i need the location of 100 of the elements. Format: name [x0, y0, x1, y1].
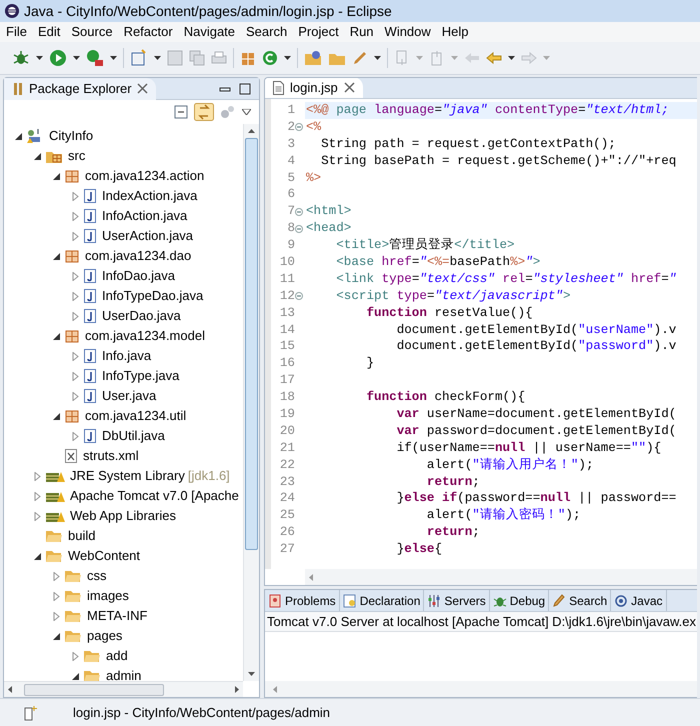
tree-item-label[interactable]: InfoTypeDao.java	[102, 286, 204, 306]
collapsed-arrow-icon[interactable]	[72, 432, 79, 440]
collapsed-arrow-icon[interactable]	[34, 512, 41, 520]
menu-item[interactable]: Search	[242, 22, 292, 42]
tree-item-label[interactable]: User.java	[102, 386, 156, 406]
menu-item[interactable]: Edit	[34, 22, 64, 42]
scroll-left-icon[interactable]	[8, 686, 12, 693]
collapsed-arrow-icon[interactable]	[72, 392, 79, 400]
collapsed-arrow-icon[interactable]	[72, 372, 79, 380]
open-folder-icon[interactable]	[304, 50, 322, 66]
collapsed-arrow-icon[interactable]	[34, 492, 41, 500]
tree-item-label[interactable]: UserAction.java	[102, 226, 194, 246]
expanded-arrow-icon[interactable]	[53, 332, 60, 340]
expanded-arrow-icon[interactable]	[53, 172, 60, 180]
tree-item-label[interactable]: struts.xml	[83, 446, 139, 466]
expanded-arrow-icon[interactable]	[53, 412, 60, 420]
dropdown-caret-icon[interactable]	[110, 56, 117, 60]
fold-icon[interactable]	[295, 208, 303, 216]
tree-item-label[interactable]: InfoType.java	[102, 366, 180, 386]
collapsed-arrow-icon[interactable]	[72, 352, 79, 360]
expanded-arrow-icon[interactable]	[53, 252, 60, 260]
print-icon[interactable]	[211, 50, 227, 66]
scroll-down-icon[interactable]	[248, 672, 255, 676]
collapsed-arrow-icon[interactable]	[53, 612, 60, 620]
expanded-arrow-icon[interactable]	[15, 132, 22, 140]
tree-item-label[interactable]: com.java1234.model	[85, 326, 205, 346]
tree-item-label[interactable]: InfoDao.java	[102, 266, 175, 286]
save-icon[interactable]	[167, 50, 183, 66]
expanded-arrow-icon[interactable]	[72, 672, 79, 680]
package-icon[interactable]	[240, 50, 256, 66]
dropdown-caret-icon[interactable]	[374, 56, 381, 60]
tree-item-label[interactable]: com.java1234.util	[85, 406, 186, 426]
tree-item-label[interactable]: Web App Libraries	[70, 506, 176, 526]
collapsed-arrow-icon[interactable]	[72, 212, 79, 220]
collapsed-arrow-icon[interactable]	[53, 592, 60, 600]
fold-icon[interactable]	[295, 292, 303, 300]
tree-item-label[interactable]: images	[87, 586, 129, 606]
close-icon[interactable]	[136, 83, 148, 94]
scrollbar-thumb[interactable]	[245, 138, 258, 550]
horizontal-scrollbar[interactable]	[305, 569, 697, 585]
pen-icon[interactable]	[352, 50, 368, 66]
dropdown-caret-icon[interactable]	[508, 56, 515, 60]
vertical-scrollbar[interactable]	[243, 124, 259, 681]
tree-item-label[interactable]: CityInfo	[49, 126, 94, 146]
fold-icon[interactable]	[295, 123, 303, 132]
collapse-all-icon[interactable]	[174, 105, 188, 119]
menu-item[interactable]: Help	[438, 22, 473, 42]
expanded-arrow-icon[interactable]	[34, 152, 41, 160]
tree-item-label[interactable]: add	[106, 646, 128, 666]
tree-item-label[interactable]: InfoAction.java	[102, 206, 188, 226]
menu-item[interactable]: File	[2, 22, 31, 42]
forward-arrow-icon[interactable]	[521, 50, 537, 66]
collapsed-arrow-icon[interactable]	[53, 572, 60, 580]
class-icon[interactable]	[262, 50, 278, 66]
collapsed-arrow-icon[interactable]	[72, 312, 79, 320]
close-icon[interactable]	[344, 82, 355, 93]
expanded-arrow-icon[interactable]	[34, 552, 41, 560]
scroll-up-icon[interactable]	[248, 129, 255, 133]
tree-item-label[interactable]: JRE System Library	[70, 466, 185, 486]
menu-item[interactable]: Project	[294, 22, 343, 42]
dropdown-caret-icon[interactable]	[36, 56, 43, 60]
tree-item-label[interactable]: com.java1234.dao	[85, 246, 192, 266]
tree-item-label[interactable]: build	[68, 526, 96, 546]
dropdown-caret-icon[interactable]	[284, 56, 291, 60]
collapsed-arrow-icon[interactable]	[34, 472, 41, 480]
menu-item[interactable]: Run	[346, 22, 378, 42]
tree-item-label[interactable]: IndexAction.java	[102, 186, 198, 206]
package-explorer-tab[interactable]: Package Explorer	[4, 78, 156, 100]
fold-icon[interactable]	[295, 224, 303, 233]
tree-item-label[interactable]: com.java1234.action	[85, 166, 204, 186]
tree-item-label[interactable]: src	[68, 146, 86, 166]
run-icon[interactable]	[49, 49, 67, 67]
menu-item[interactable]: Window	[380, 22, 435, 42]
collapsed-arrow-icon[interactable]	[72, 232, 79, 240]
view-menu-icon[interactable]	[242, 109, 251, 115]
menu-item[interactable]: Source	[67, 22, 117, 42]
dropdown-caret-icon[interactable]	[73, 56, 80, 60]
maximize-icon[interactable]	[239, 82, 251, 94]
scrollbar-thumb[interactable]	[24, 684, 164, 696]
collapsed-arrow-icon[interactable]	[72, 292, 79, 300]
menu-item[interactable]: Refactor	[120, 22, 177, 42]
tree-item-label[interactable]: WebContent	[68, 546, 140, 566]
editor-tab[interactable]: login.jsp	[265, 78, 363, 98]
tree-item-label[interactable]: META-INF	[87, 606, 148, 626]
horizontal-scrollbar[interactable]	[4, 681, 243, 697]
save-all-icon[interactable]	[189, 50, 205, 66]
collapsed-arrow-icon[interactable]	[72, 652, 79, 660]
menu-item[interactable]: Navigate	[180, 22, 240, 42]
scroll-right-icon[interactable]	[235, 686, 239, 693]
collapsed-arrow-icon[interactable]	[72, 272, 79, 280]
tree-item-label[interactable]: DbUtil.java	[102, 426, 165, 446]
expanded-arrow-icon[interactable]	[53, 632, 60, 640]
tree-item-label[interactable]: Info.java	[102, 346, 152, 366]
tree-item-label[interactable]: UserDao.java	[102, 306, 181, 326]
bug-icon[interactable]	[12, 49, 30, 67]
collapsed-arrow-icon[interactable]	[72, 192, 79, 200]
horizontal-scrollbar[interactable]	[265, 681, 697, 697]
tree-item-label[interactable]: Apache Tomcat v7.0 [Apache	[70, 486, 239, 506]
tree-item-label[interactable]: admin	[106, 666, 142, 681]
tree-item-label[interactable]: css	[87, 566, 106, 586]
